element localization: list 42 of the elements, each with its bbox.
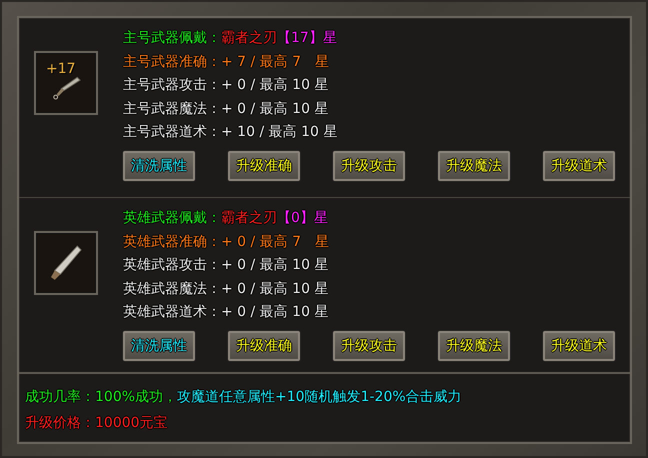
stat-label: 主号武器佩戴： (123, 30, 221, 46)
stat-value: + 0 / 最高 10 星 (221, 280, 328, 296)
upgrade-button[interactable]: 升级攻击 (333, 150, 405, 180)
upgrade-button[interactable]: 升级准确 (228, 150, 300, 180)
stat-value: + 0 / 最高 10 星 (221, 257, 328, 273)
reset-button[interactable]: 清洗属性 (123, 150, 195, 180)
stat-value: 【17】星 (277, 30, 337, 46)
stat-label: 主号武器准确： (123, 54, 221, 70)
stat-value: + 0 / 最高 10 星 (221, 77, 328, 93)
blade-icon (51, 245, 82, 280)
item-slot[interactable] (34, 231, 98, 295)
stat-label: 升级价格： (25, 415, 95, 431)
stat-value: 10000元宝 (95, 415, 168, 431)
upgrade-button[interactable]: 升级魔法 (438, 150, 510, 180)
stat-value: 攻魔道任意属性+10随机触发1-20%合击威力 (177, 389, 462, 405)
stat-value: 霸者之刃 (221, 30, 277, 46)
dagger-icon (53, 76, 81, 100)
stat-value: + 0 / 最高 10 星 (221, 304, 328, 320)
upgrade-button[interactable]: 升级道术 (543, 330, 615, 360)
stat-label: 主号武器攻击： (123, 77, 221, 93)
item-slot[interactable]: +17 (34, 51, 98, 115)
level-text: +17 (46, 61, 76, 77)
stat-label: 英雄武器道术： (123, 304, 221, 320)
stat-value: 霸者之刃 (221, 210, 277, 226)
upgrade-button[interactable]: 升级魔法 (438, 330, 510, 360)
stat-value: + 0 / 最高 7 星 (221, 234, 330, 250)
upgrade-button[interactable]: 升级道术 (543, 150, 615, 180)
stat-label: 英雄武器攻击： (123, 257, 221, 273)
stat-value: 【0】星 (277, 210, 328, 226)
stat-label: 主号武器道术： (123, 124, 221, 140)
stat-label: 英雄武器魔法： (123, 280, 221, 296)
upgrade-button[interactable]: 升级攻击 (333, 330, 405, 360)
stat-value: + 0 / 最高 10 星 (221, 100, 328, 116)
stat-value: + 7 / 最高 7 星 (221, 54, 330, 70)
stat-label: 英雄武器准确： (123, 234, 221, 250)
stat-label: 英雄武器佩戴： (123, 210, 221, 226)
stat-label: 成功几率： (25, 389, 95, 405)
reset-button[interactable]: 清洗属性 (123, 330, 195, 360)
stat-value: 100%成功， (95, 389, 178, 405)
upgrade-button[interactable]: 升级准确 (228, 330, 300, 360)
stat-value: + 10 / 最高 10 星 (221, 124, 338, 140)
stat-label: 主号武器魔法： (123, 100, 221, 116)
